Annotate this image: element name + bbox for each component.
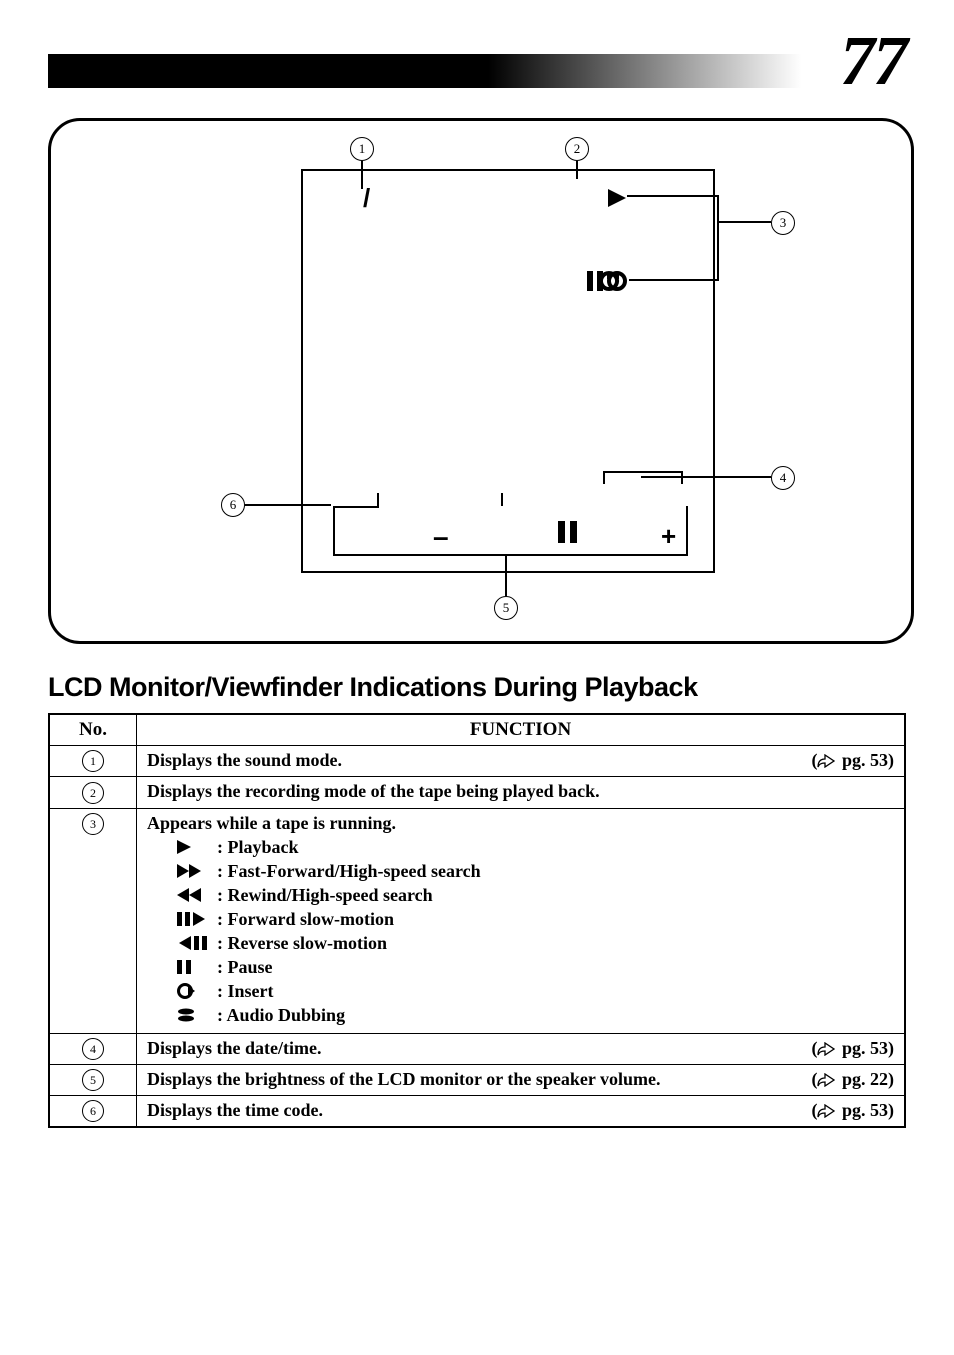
row-text-1: Displays the sound mode. [147,750,342,770]
row-intro-3: Appears while a tape is running. [147,813,894,834]
mode-item-ffwd: : Fast-Forward/High-speed search [177,861,894,882]
table-row: 5 Displays the brightness of the LCD mon… [49,1064,905,1095]
row-text-5: Displays the brightness of the LCD monit… [147,1069,661,1089]
rewind-icon [177,888,217,902]
forward-slow-icon [177,912,217,926]
play-icon [608,189,628,212]
mode-item-insert: : Insert [177,981,894,1002]
header-black-block [48,54,488,88]
pause-icon [177,960,217,974]
mode-item-rwd: : Rewind/High-speed search [177,885,894,906]
pause-stop-icon [587,271,627,296]
row-text-6: Displays the time code. [147,1100,323,1120]
row-num-4: 4 [82,1038,104,1060]
plus-symbol: + [661,521,676,552]
sound-mode-symbol: / [363,183,370,214]
header-gradient [488,54,818,88]
th-function: FUNCTION [137,714,906,746]
mode-item-audio-dub: : Audio Dubbing [177,1005,894,1026]
mode-item-playback: : Playback [177,837,894,858]
row-num-6: 6 [82,1100,104,1122]
callout-6-line [245,504,331,506]
row-num-2: 2 [82,782,104,804]
callout-2: 2 [565,137,589,161]
row-ref-6: ( pg. 53) [811,1100,894,1123]
callout-5: 5 [494,596,518,620]
callout-3-line-a [627,195,717,197]
minus-symbol: – [433,521,449,553]
row-num-1: 1 [82,750,104,772]
table-row: 6 Displays the time code. ( pg. 53) [49,1096,905,1128]
row-ref-4: ( pg. 53) [811,1038,894,1061]
callout-1: 1 [350,137,374,161]
callout-4-line [641,476,771,478]
row-num-3: 3 [82,813,104,835]
row-num-5: 5 [82,1069,104,1091]
row-text-4: Displays the date/time. [147,1038,322,1058]
callout-6: 6 [221,493,245,517]
fast-forward-icon [177,864,217,878]
screen-box: / [301,169,715,573]
table-row: 2 Displays the recording mode of the tap… [49,777,905,808]
diagram-panel: / [48,118,914,644]
row-text-2: Displays the recording mode of the tape … [147,781,600,801]
table-row: 4 Displays the date/time. ( pg. 53) [49,1033,905,1064]
callout-2-line [576,161,578,179]
callout-3: 3 [771,211,795,235]
reverse-slow-icon [177,936,217,950]
pause-icon-bar [558,521,578,548]
table-row: 1 Displays the sound mode. ( pg. 53) [49,746,905,777]
mode-item-fwd-slow: : Forward slow-motion [177,909,894,930]
audio-dub-icon [177,1008,217,1022]
play-icon [177,840,217,854]
insert-icon [177,983,217,999]
mode-item-pause: : Pause [177,957,894,978]
callout-4: 4 [771,466,795,490]
callout-1-line [361,161,363,189]
row-ref-5: ( pg. 22) [811,1069,894,1092]
th-no: No. [49,714,137,746]
row-ref-1: ( pg. 53) [811,750,894,773]
section-title: LCD Monitor/Viewfinder Indications Durin… [48,672,906,703]
callout-5-line [505,555,507,596]
header-bar: 77 [48,40,906,88]
mode-list: : Playback : Fast-Forward/High-speed sea… [177,837,894,1026]
table-row: 3 Appears while a tape is running. : Pla… [49,808,905,1033]
page-number: 77 [840,22,906,102]
function-table: No. FUNCTION 1 Displays the sound mode. … [48,713,906,1128]
mode-item-rev-slow: : Reverse slow-motion [177,933,894,954]
